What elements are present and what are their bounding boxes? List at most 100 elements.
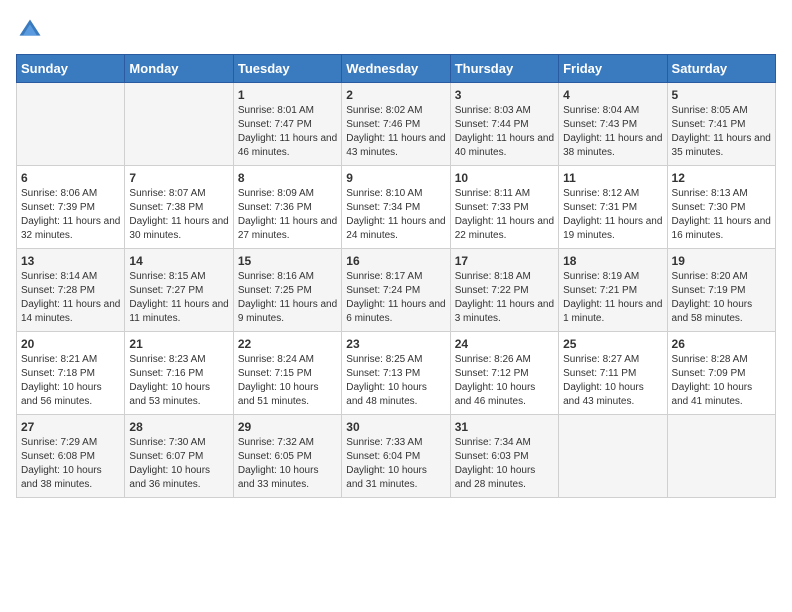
day-number: 25 bbox=[563, 337, 662, 351]
calendar-cell: 29Sunrise: 7:32 AMSunset: 6:05 PMDayligh… bbox=[233, 415, 341, 498]
weekday-header-monday: Monday bbox=[125, 55, 233, 83]
day-number: 6 bbox=[21, 171, 120, 185]
weekday-header-thursday: Thursday bbox=[450, 55, 558, 83]
day-number: 3 bbox=[455, 88, 554, 102]
cell-info: Sunrise: 8:25 AMSunset: 7:13 PMDaylight:… bbox=[346, 353, 445, 409]
cell-info: Sunrise: 8:07 AMSunset: 7:38 PMDaylight:… bbox=[129, 187, 228, 243]
calendar-cell: 26Sunrise: 8:28 AMSunset: 7:09 PMDayligh… bbox=[667, 332, 775, 415]
day-number: 15 bbox=[238, 254, 337, 268]
calendar-cell: 19 Sunrise: 8:20 AMSunset: 7:19 PMDayligh… bbox=[667, 249, 775, 332]
calendar-cell: 28 Sunrise: 7:30 AMSunset: 6:07 PMDayligh… bbox=[125, 415, 233, 498]
day-number: 9 bbox=[346, 171, 445, 185]
calendar-cell: 24Sunrise: 8:26 AMSunset: 7:12 PMDayligh… bbox=[450, 332, 558, 415]
calendar-cell: 27 Sunrise: 7:29 AMSunset: 6:08 PMDayligh… bbox=[17, 415, 125, 498]
calendar-cell: 12 Sunrise: 8:13 AMSunset: 7:30 PMDayligh… bbox=[667, 166, 775, 249]
cell-info: Sunrise: 8:11 AMSunset: 7:33 PMDaylight:… bbox=[455, 187, 554, 243]
cell-info: Sunrise: 8:01 AMSunset: 7:47 PMDaylight:… bbox=[238, 104, 337, 160]
calendar-cell: 10 Sunrise: 8:11 AMSunset: 7:33 PMDayligh… bbox=[450, 166, 558, 249]
cell-info: Sunrise: 8:20 AMSunset: 7:19 PMDaylight:… bbox=[672, 270, 771, 326]
day-number: 21 bbox=[129, 337, 228, 351]
calendar-week-5: 27 Sunrise: 7:29 AMSunset: 6:08 PMDayligh… bbox=[17, 415, 776, 498]
calendar-cell: 3 Sunrise: 8:03 AMSunset: 7:44 PMDaylight… bbox=[450, 83, 558, 166]
cell-info: Sunrise: 8:16 AMSunset: 7:25 PMDaylight:… bbox=[238, 270, 337, 326]
calendar-cell: 2 Sunrise: 8:02 AMSunset: 7:46 PMDaylight… bbox=[342, 83, 450, 166]
day-number: 27 bbox=[21, 420, 120, 434]
cell-info: Sunrise: 8:24 AMSunset: 7:15 PMDaylight:… bbox=[238, 353, 337, 409]
weekday-header-wednesday: Wednesday bbox=[342, 55, 450, 83]
day-number: 7 bbox=[129, 171, 228, 185]
cell-info: Sunrise: 8:13 AMSunset: 7:30 PMDaylight:… bbox=[672, 187, 771, 243]
cell-info: Sunrise: 8:21 AMSunset: 7:18 PMDaylight:… bbox=[21, 353, 120, 409]
day-number: 31 bbox=[455, 420, 554, 434]
cell-info: Sunrise: 8:03 AMSunset: 7:44 PMDaylight:… bbox=[455, 104, 554, 160]
cell-info: Sunrise: 7:34 AMSunset: 6:03 PMDaylight:… bbox=[455, 436, 554, 492]
calendar-cell: 8 Sunrise: 8:09 AMSunset: 7:36 PMDaylight… bbox=[233, 166, 341, 249]
day-number: 23 bbox=[346, 337, 445, 351]
calendar-cell bbox=[667, 415, 775, 498]
cell-info: Sunrise: 8:28 AMSunset: 7:09 PMDaylight:… bbox=[672, 353, 771, 409]
calendar-cell: 5 Sunrise: 8:05 AMSunset: 7:41 PMDaylight… bbox=[667, 83, 775, 166]
calendar-cell bbox=[17, 83, 125, 166]
weekday-header-saturday: Saturday bbox=[667, 55, 775, 83]
calendar-week-3: 13Sunrise: 8:14 AMSunset: 7:28 PMDayligh… bbox=[17, 249, 776, 332]
cell-info: Sunrise: 8:10 AMSunset: 7:34 PMDaylight:… bbox=[346, 187, 445, 243]
calendar-cell: 21 Sunrise: 8:23 AMSunset: 7:16 PMDayligh… bbox=[125, 332, 233, 415]
cell-info: Sunrise: 8:23 AMSunset: 7:16 PMDaylight:… bbox=[129, 353, 228, 409]
cell-info: Sunrise: 7:33 AMSunset: 6:04 PMDaylight:… bbox=[346, 436, 445, 492]
weekday-header-tuesday: Tuesday bbox=[233, 55, 341, 83]
cell-info: Sunrise: 8:18 AMSunset: 7:22 PMDaylight:… bbox=[455, 270, 554, 326]
weekday-header-friday: Friday bbox=[559, 55, 667, 83]
day-number: 20 bbox=[21, 337, 120, 351]
cell-info: Sunrise: 8:09 AMSunset: 7:36 PMDaylight:… bbox=[238, 187, 337, 243]
calendar-cell: 6 Sunrise: 8:06 AMSunset: 7:39 PMDaylight… bbox=[17, 166, 125, 249]
calendar-cell: 11Sunrise: 8:12 AMSunset: 7:31 PMDayligh… bbox=[559, 166, 667, 249]
day-number: 11 bbox=[563, 171, 662, 185]
logo bbox=[16, 16, 48, 44]
calendar-cell: 22 Sunrise: 8:24 AMSunset: 7:15 PMDayligh… bbox=[233, 332, 341, 415]
day-number: 10 bbox=[455, 171, 554, 185]
calendar-cell: 20 Sunrise: 8:21 AMSunset: 7:18 PMDayligh… bbox=[17, 332, 125, 415]
day-number: 2 bbox=[346, 88, 445, 102]
cell-info: Sunrise: 8:27 AMSunset: 7:11 PMDaylight:… bbox=[563, 353, 662, 409]
calendar-cell: 31 Sunrise: 7:34 AMSunset: 6:03 PMDayligh… bbox=[450, 415, 558, 498]
day-number: 29 bbox=[238, 420, 337, 434]
day-number: 5 bbox=[672, 88, 771, 102]
calendar-cell: 23 Sunrise: 8:25 AMSunset: 7:13 PMDayligh… bbox=[342, 332, 450, 415]
calendar-cell: 30Sunrise: 7:33 AMSunset: 6:04 PMDayligh… bbox=[342, 415, 450, 498]
calendar-header: SundayMondayTuesdayWednesdayThursdayFrid… bbox=[17, 55, 776, 83]
calendar-week-4: 20 Sunrise: 8:21 AMSunset: 7:18 PMDayligh… bbox=[17, 332, 776, 415]
day-number: 14 bbox=[129, 254, 228, 268]
calendar-cell: 16 Sunrise: 8:17 AMSunset: 7:24 PMDayligh… bbox=[342, 249, 450, 332]
calendar-cell: 9 Sunrise: 8:10 AMSunset: 7:34 PMDaylight… bbox=[342, 166, 450, 249]
cell-info: Sunrise: 8:26 AMSunset: 7:12 PMDaylight:… bbox=[455, 353, 554, 409]
cell-info: Sunrise: 8:06 AMSunset: 7:39 PMDaylight:… bbox=[21, 187, 120, 243]
calendar-cell bbox=[125, 83, 233, 166]
calendar-table: SundayMondayTuesdayWednesdayThursdayFrid… bbox=[16, 54, 776, 498]
weekday-header-sunday: Sunday bbox=[17, 55, 125, 83]
day-number: 4 bbox=[563, 88, 662, 102]
cell-info: Sunrise: 7:30 AMSunset: 6:07 PMDaylight:… bbox=[129, 436, 228, 492]
day-number: 19 bbox=[672, 254, 771, 268]
day-number: 16 bbox=[346, 254, 445, 268]
day-number: 8 bbox=[238, 171, 337, 185]
cell-info: Sunrise: 8:19 AMSunset: 7:21 PMDaylight:… bbox=[563, 270, 662, 326]
day-number: 28 bbox=[129, 420, 228, 434]
calendar-cell: 15 Sunrise: 8:16 AMSunset: 7:25 PMDayligh… bbox=[233, 249, 341, 332]
calendar-body: 1Sunrise: 8:01 AMSunset: 7:47 PMDaylight… bbox=[17, 83, 776, 498]
cell-info: Sunrise: 8:15 AMSunset: 7:27 PMDaylight:… bbox=[129, 270, 228, 326]
weekday-row: SundayMondayTuesdayWednesdayThursdayFrid… bbox=[17, 55, 776, 83]
calendar-cell: 14 Sunrise: 8:15 AMSunset: 7:27 PMDayligh… bbox=[125, 249, 233, 332]
logo-icon bbox=[16, 16, 44, 44]
day-number: 22 bbox=[238, 337, 337, 351]
calendar-cell: 18Sunrise: 8:19 AMSunset: 7:21 PMDayligh… bbox=[559, 249, 667, 332]
day-number: 12 bbox=[672, 171, 771, 185]
cell-info: Sunrise: 8:04 AMSunset: 7:43 PMDaylight:… bbox=[563, 104, 662, 160]
cell-info: Sunrise: 7:29 AMSunset: 6:08 PMDaylight:… bbox=[21, 436, 120, 492]
cell-info: Sunrise: 8:17 AMSunset: 7:24 PMDaylight:… bbox=[346, 270, 445, 326]
cell-info: Sunrise: 8:14 AMSunset: 7:28 PMDaylight:… bbox=[21, 270, 120, 326]
calendar-week-1: 1Sunrise: 8:01 AMSunset: 7:47 PMDaylight… bbox=[17, 83, 776, 166]
cell-info: Sunrise: 8:05 AMSunset: 7:41 PMDaylight:… bbox=[672, 104, 771, 160]
calendar-cell: 4 Sunrise: 8:04 AMSunset: 7:43 PMDaylight… bbox=[559, 83, 667, 166]
calendar-cell: 13Sunrise: 8:14 AMSunset: 7:28 PMDayligh… bbox=[17, 249, 125, 332]
cell-info: Sunrise: 8:02 AMSunset: 7:46 PMDaylight:… bbox=[346, 104, 445, 160]
